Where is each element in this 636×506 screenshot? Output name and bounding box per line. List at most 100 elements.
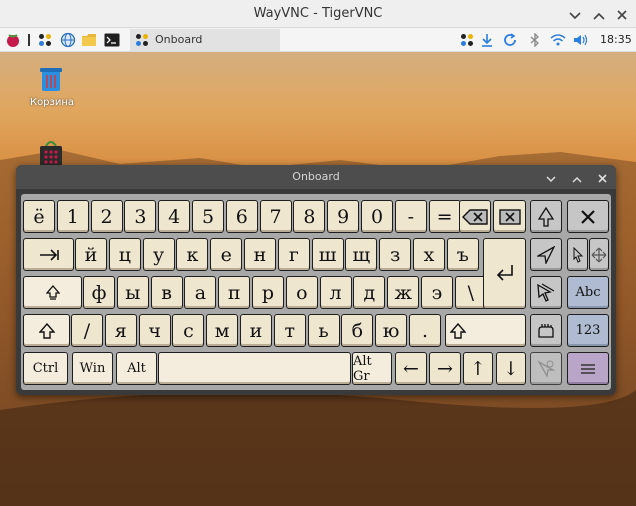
arrow-up-key[interactable]: ↑ (463, 352, 493, 385)
key-row1-4[interactable]: 4 (158, 200, 191, 233)
key-row2-7[interactable]: ш (311, 238, 344, 271)
key-row1-3[interactable]: 3 (124, 200, 157, 233)
key-row3-3[interactable]: а (184, 276, 217, 309)
raspberry-menu-icon[interactable] (4, 31, 22, 49)
numbers-layout-key[interactable]: 123 (567, 314, 609, 347)
sync-icon[interactable] (501, 31, 519, 49)
key-row1-7[interactable]: 7 (259, 200, 292, 233)
key-row4-3[interactable]: с (172, 314, 205, 347)
key-row3-4[interactable]: п (218, 276, 251, 309)
left-click-key[interactable] (530, 238, 562, 271)
onboard-tray-icon[interactable] (458, 31, 476, 49)
key-row3-5[interactable]: р (252, 276, 284, 309)
onboard-close-button[interactable] (594, 169, 610, 185)
alt-key[interactable]: Alt (116, 352, 157, 385)
separator (28, 34, 30, 46)
terminal-icon[interactable] (103, 31, 121, 49)
key-row2-5[interactable]: н (244, 238, 276, 271)
key-row1-1[interactable]: 1 (56, 200, 89, 233)
ctrl-key[interactable]: Ctrl (23, 352, 68, 385)
arrow-down-key[interactable]: ↓ (496, 352, 526, 385)
left-shift-key[interactable] (23, 314, 70, 347)
chevron-up-icon (572, 168, 582, 187)
globe-icon[interactable] (59, 31, 77, 49)
key-row4-5[interactable]: и (240, 314, 272, 347)
space-key[interactable] (158, 352, 351, 385)
key-row4-8[interactable]: б (341, 314, 374, 347)
key-row1-11[interactable]: - (394, 200, 427, 233)
key-row4-1[interactable]: я (104, 314, 137, 347)
enter-key[interactable] (483, 238, 526, 309)
key-row1-5[interactable]: 5 (192, 200, 224, 233)
key-row2-10[interactable]: х (413, 238, 445, 271)
key-row3-10[interactable]: э (421, 276, 453, 309)
win-key[interactable]: Win (72, 352, 113, 385)
key-row2-3[interactable]: к (176, 238, 209, 271)
onboard-maximize-button[interactable] (569, 169, 585, 185)
arrow-right-key[interactable]: → (429, 352, 461, 385)
settings-menu-key[interactable] (567, 352, 609, 385)
key-row2-2[interactable]: у (142, 238, 175, 271)
key-row1-8[interactable]: 8 (293, 200, 326, 233)
app-grid-icon[interactable] (36, 31, 54, 49)
bluetooth-icon[interactable] (526, 31, 544, 49)
key-row2-8[interactable]: щ (345, 238, 378, 271)
key-row2-11[interactable]: ъ (446, 238, 479, 271)
task-onboard[interactable] (130, 29, 280, 51)
key-row3-11[interactable]: \ (454, 276, 487, 309)
arrow-left-key[interactable]: ← (395, 352, 427, 385)
key-row1-2[interactable]: 2 (90, 200, 123, 233)
key-row3-7[interactable]: л (319, 276, 352, 309)
minimize-button[interactable] (566, 5, 584, 23)
key-row4-4[interactable]: м (206, 314, 239, 347)
double-click-key[interactable] (530, 276, 562, 309)
hover-click-key[interactable] (530, 314, 562, 347)
abc-layout-key[interactable]: Abc (567, 276, 609, 309)
key-row4-7[interactable]: ь (307, 314, 340, 347)
backspace-key[interactable] (459, 200, 491, 233)
key-row4-0[interactable]: / (71, 314, 103, 347)
key-row1-0[interactable]: ё (23, 200, 55, 233)
key-row1-6[interactable]: 6 (225, 200, 258, 233)
tab-icon (39, 248, 59, 261)
key-row3-8[interactable]: д (353, 276, 386, 309)
key-row2-4[interactable]: е (210, 238, 243, 271)
delete-key[interactable] (493, 200, 526, 233)
key-row4-9[interactable]: ю (375, 314, 408, 347)
key-row3-6[interactable]: о (285, 276, 318, 309)
right-shift-key[interactable] (445, 314, 526, 347)
trash-icon[interactable] (36, 63, 66, 97)
dwell-click-key[interactable] (530, 352, 562, 385)
key-row1-12[interactable]: = (428, 200, 461, 233)
key-row1-9[interactable]: 9 (327, 200, 360, 233)
tab-key[interactable] (23, 238, 74, 271)
maximize-button[interactable] (590, 5, 608, 23)
volume-icon[interactable] (572, 31, 590, 49)
dwell-icon (536, 359, 556, 379)
wifi-icon[interactable] (549, 31, 567, 49)
folder-icon[interactable] (80, 31, 98, 49)
key-row4-2[interactable]: ч (138, 314, 171, 347)
move-key[interactable] (589, 238, 609, 271)
key-row4-6[interactable]: т (273, 314, 306, 347)
caps-lock-key[interactable] (23, 276, 82, 309)
onboard-titlebar[interactable]: Onboard (16, 165, 616, 189)
key-row2-9[interactable]: з (379, 238, 412, 271)
key-row3-9[interactable]: ж (387, 276, 420, 309)
key-row3-1[interactable]: ы (116, 276, 149, 309)
key-row3-2[interactable]: в (150, 276, 183, 309)
key-row3-0[interactable]: ф (83, 276, 115, 309)
close-button[interactable] (613, 5, 631, 23)
chevron-down-icon (546, 168, 556, 187)
drag-key[interactable] (567, 238, 588, 271)
key-row2-6[interactable]: г (277, 238, 310, 271)
download-icon[interactable] (478, 31, 496, 49)
hide-keyboard-key[interactable] (567, 200, 609, 233)
key-row2-0[interactable]: й (75, 238, 107, 271)
key-row4-10[interactable]: . (409, 314, 441, 347)
onboard-minimize-button[interactable] (543, 169, 559, 185)
key-row1-10[interactable]: 0 (361, 200, 393, 233)
pointer-key[interactable] (530, 200, 562, 233)
alt-gr-key[interactable]: Alt Gr (352, 352, 392, 385)
key-row2-1[interactable]: ц (108, 238, 141, 271)
